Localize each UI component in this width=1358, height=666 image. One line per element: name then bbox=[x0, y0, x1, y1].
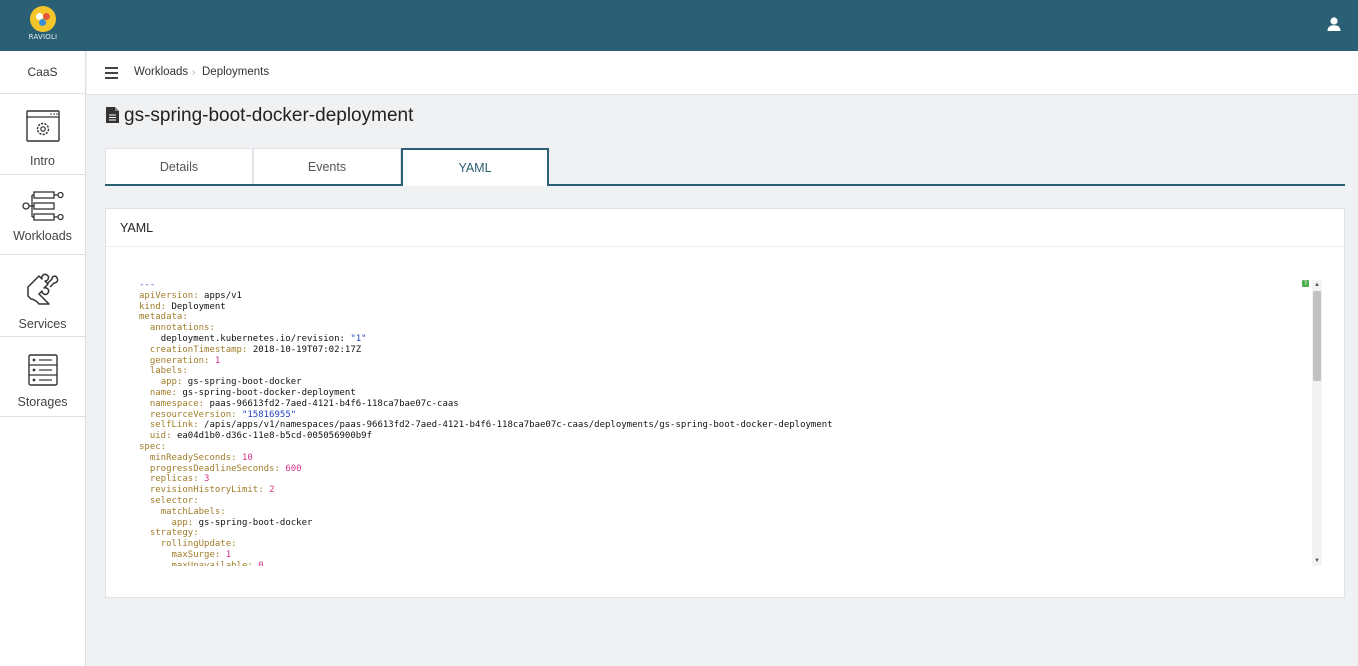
tab-details[interactable]: Details bbox=[105, 148, 253, 184]
yaml-value: 2 bbox=[269, 485, 275, 496]
page-title: gs-spring-boot-docker-deployment bbox=[124, 105, 414, 126]
sidebar-item-label: Services bbox=[18, 317, 67, 331]
breadcrumb-bar: Workloads › Deployments bbox=[87, 51, 1358, 95]
sidebar-title: CaaS bbox=[0, 51, 85, 94]
logo-text: RAVIOLI bbox=[28, 33, 58, 41]
sidebar-item-storages[interactable]: Storages bbox=[0, 337, 85, 417]
settings-panel-icon bbox=[25, 110, 60, 142]
yaml-editor[interactable]: --- apiVersion: apps/v1 kind: Deployment… bbox=[139, 280, 1302, 566]
sidebar-item-services[interactable]: Services bbox=[0, 255, 85, 337]
yaml-value: gs-spring-boot-docker-deployment bbox=[182, 387, 356, 398]
yaml-doc-start: --- bbox=[139, 280, 156, 290]
workflow-icon bbox=[21, 191, 64, 221]
yaml-value: ea04d1b0-d36c-11e8-b5cd-005056900b9f bbox=[176, 431, 373, 442]
tab-bar: Details Events YAML bbox=[105, 148, 1345, 186]
logo-mark-icon bbox=[30, 6, 56, 32]
yaml-annotation-key: deployment.kubernetes.io/revision bbox=[160, 333, 340, 344]
yaml-value: "15816955" bbox=[241, 409, 297, 420]
breadcrumb-workloads[interactable]: Workloads bbox=[134, 66, 188, 78]
hamburger-menu-icon[interactable] bbox=[105, 67, 118, 79]
yaml-value: gs-spring-boot-docker bbox=[198, 517, 313, 528]
scroll-down-arrow-icon[interactable]: ▼ bbox=[1312, 556, 1322, 566]
yaml-value: 3 bbox=[204, 474, 210, 485]
yaml-value: 0 bbox=[258, 560, 264, 566]
puzzle-icon bbox=[26, 273, 58, 305]
yaml-value: 600 bbox=[285, 463, 302, 474]
yaml-value: Deployment bbox=[171, 301, 226, 312]
sidebar-item-label: Intro bbox=[29, 154, 55, 168]
yaml-value: 2018-10-19T07:02:17Z bbox=[252, 344, 362, 355]
scroll-up-arrow-icon[interactable]: ▲ bbox=[1312, 280, 1322, 290]
yaml-value: gs-spring-boot-docker bbox=[187, 377, 302, 388]
yaml-value: /apis/apps/v1/namespaces/paas-96613fd2-7… bbox=[204, 420, 833, 431]
sidebar-item-workloads[interactable]: Workloads bbox=[0, 175, 85, 255]
scroll-thumb[interactable] bbox=[1313, 291, 1321, 381]
editor-scrollbar[interactable]: ▲ ▼ bbox=[1312, 280, 1322, 566]
yaml-value: paas-96613fd2-7aed-4121-b4f6-118ca7bae07… bbox=[209, 398, 459, 409]
tab-events[interactable]: Events bbox=[253, 148, 401, 184]
sidebar: CaaS Intro Workloads Services Storages bbox=[0, 51, 86, 666]
yaml-panel: YAML --- apiVersion: apps/v1 kind: Deplo… bbox=[105, 208, 1345, 598]
yaml-value: 10 bbox=[241, 452, 253, 463]
help-badge-icon[interactable]: ? bbox=[1302, 280, 1309, 287]
panel-title: YAML bbox=[106, 209, 1344, 247]
sidebar-item-intro[interactable]: Intro bbox=[0, 94, 85, 175]
breadcrumb-separator: › bbox=[192, 67, 196, 78]
yaml-value: apps/v1 bbox=[204, 290, 242, 301]
yaml-value: "1" bbox=[350, 333, 367, 344]
sidebar-item-label: Storages bbox=[17, 395, 68, 409]
top-header: RAVIOLI bbox=[0, 0, 1358, 51]
breadcrumb-deployments: Deployments bbox=[202, 66, 270, 78]
yaml-value: 1 bbox=[214, 355, 221, 366]
server-storage-icon bbox=[27, 354, 58, 386]
brand-logo[interactable]: RAVIOLI bbox=[24, 6, 62, 44]
yaml-value: 1 bbox=[225, 549, 232, 560]
document-icon bbox=[106, 107, 119, 123]
tab-yaml[interactable]: YAML bbox=[401, 148, 549, 186]
user-icon[interactable] bbox=[1326, 16, 1342, 32]
sidebar-item-label: Workloads bbox=[13, 229, 72, 243]
